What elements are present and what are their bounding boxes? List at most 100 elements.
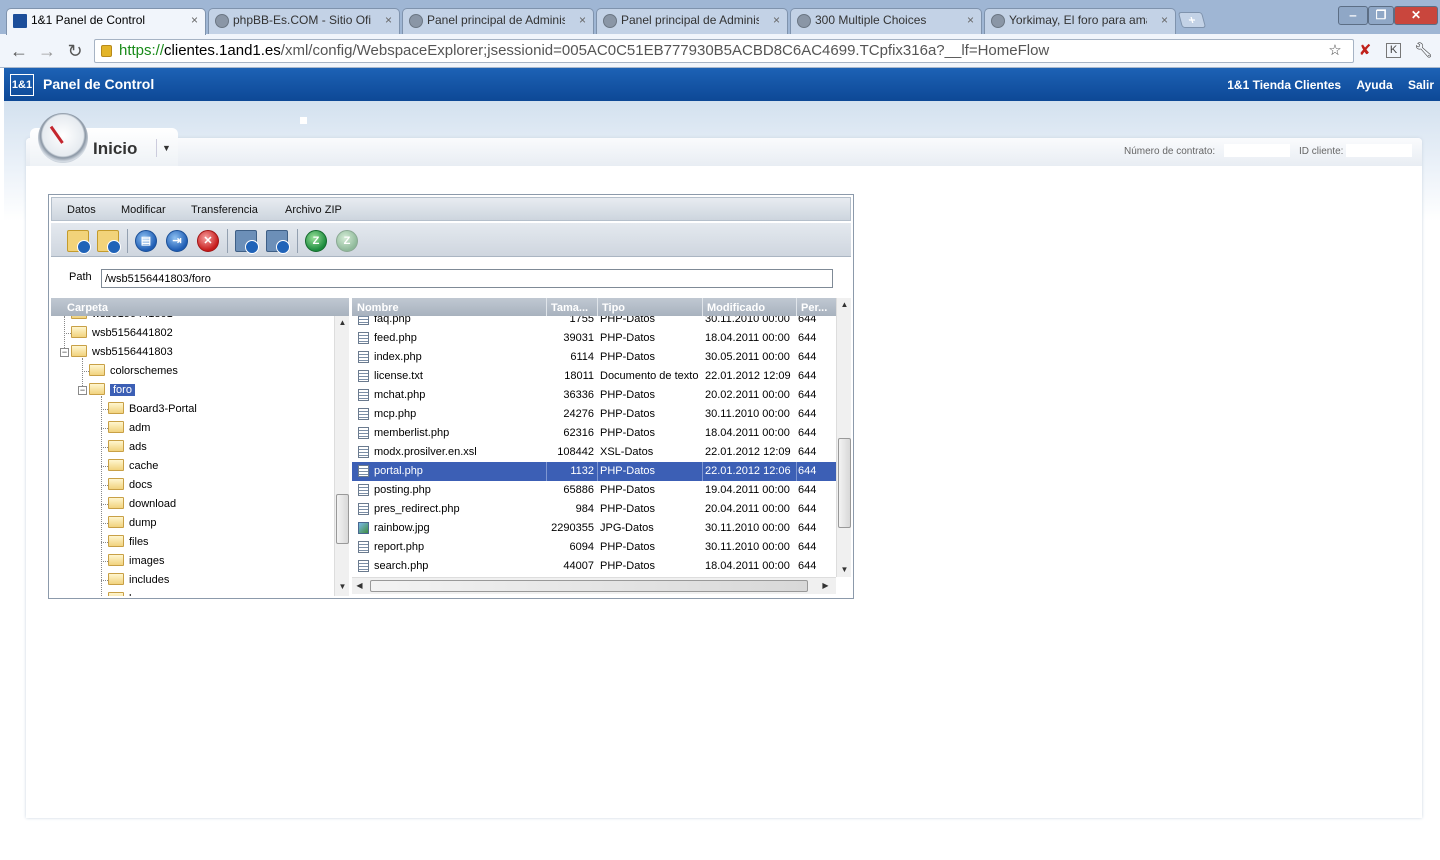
minimize-window-button[interactable]: ‒	[1338, 6, 1368, 25]
tree-node[interactable]: adm	[108, 419, 150, 437]
download-icon[interactable]	[266, 230, 290, 254]
menu-datos[interactable]: Datos	[67, 204, 96, 216]
k-extension-icon[interactable]: K	[1386, 43, 1401, 58]
scroll-down-arrow-icon[interactable]: ▼	[335, 580, 350, 594]
wrench-icon[interactable]: 🔧︎	[1414, 42, 1433, 60]
tree-node[interactable]: images	[108, 552, 164, 570]
tree-node[interactable]: wsb5156441803	[71, 343, 173, 361]
new-tab-button[interactable]: +	[1177, 12, 1207, 28]
table-row[interactable]: faq.php 1755 PHP-Datos 30.11.2010 00:00 644	[352, 316, 836, 329]
close-tab-icon[interactable]: ×	[967, 13, 974, 27]
tab-panel-administ-1[interactable]: Panel principal de Administ ×	[402, 8, 594, 34]
column-header-tipo[interactable]: Tipo	[602, 302, 625, 314]
table-row[interactable]: mchat.php 36336 PHP-Datos 20.02.2011 00:00 6…	[352, 386, 836, 405]
copy-icon[interactable]: ▤	[135, 230, 157, 252]
scroll-down-arrow-icon[interactable]: ▼	[837, 563, 852, 577]
column-header-permisos[interactable]: Per...	[801, 302, 827, 314]
delete-icon[interactable]: ✕	[197, 230, 219, 252]
column-divider[interactable]	[796, 298, 797, 316]
tree-node[interactable]: Board3-Portal	[108, 400, 197, 418]
tree-node[interactable]: colorschemes	[89, 362, 178, 380]
close-window-button[interactable]: ✕	[1394, 6, 1438, 25]
table-row[interactable]: mcp.php 24276 PHP-Datos 30.11.2010 00:00 644	[352, 405, 836, 424]
scrollbar-thumb[interactable]	[838, 438, 851, 528]
link-ayuda[interactable]: Ayuda	[1356, 78, 1392, 92]
file-horizontal-scrollbar[interactable]: ◀ ▶	[352, 577, 836, 594]
tree-node-selected[interactable]: foro	[89, 381, 135, 399]
tree-node[interactable]: cache	[108, 457, 158, 475]
path-input[interactable]	[101, 269, 833, 288]
new-folder-icon[interactable]	[67, 230, 91, 254]
tree-node[interactable]: download	[108, 495, 176, 513]
file-vertical-scrollbar[interactable]: ▲ ▼	[836, 298, 851, 577]
column-divider[interactable]	[546, 298, 547, 316]
forward-arrow-icon[interactable]: →	[36, 40, 58, 62]
table-row[interactable]: memberlist.php 62316 PHP-Datos 18.04.2011 0…	[352, 424, 836, 443]
collapse-toggle[interactable]: −	[60, 348, 69, 357]
close-tab-icon[interactable]: ×	[191, 13, 198, 27]
restore-window-button[interactable]: ❐	[1368, 6, 1394, 25]
close-tab-icon[interactable]: ×	[1161, 13, 1168, 27]
scroll-left-arrow-icon[interactable]: ◀	[352, 579, 367, 593]
collapse-toggle[interactable]: −	[78, 386, 87, 395]
menu-modificar[interactable]: Modificar	[121, 204, 166, 216]
flash-block-icon[interactable]: ✘	[1356, 42, 1374, 60]
tab-yorkimay[interactable]: Yorkimay, El foro para amar ×	[984, 8, 1176, 34]
table-row[interactable]: feed.php 39031 PHP-Datos 18.04.2011 00:00 64…	[352, 329, 836, 348]
scrollbar-thumb[interactable]	[370, 580, 808, 592]
scroll-up-arrow-icon[interactable]: ▲	[837, 298, 852, 312]
tree-node[interactable]: language	[108, 590, 174, 596]
table-row[interactable]: rainbow.jpg 2290355 JPG-Datos 30.11.2010 00…	[352, 519, 836, 538]
column-header-nombre[interactable]: Nombre	[357, 302, 399, 314]
column-header-modificado[interactable]: Modificado	[707, 302, 765, 314]
extract-zip-icon[interactable]: Z	[305, 230, 327, 252]
tab-300-multiple-choices[interactable]: 300 Multiple Choices ×	[790, 8, 982, 34]
tree-node[interactable]: wsb5156441802	[71, 324, 173, 342]
folder-up-icon[interactable]	[97, 230, 121, 254]
column-divider	[597, 462, 598, 481]
table-row[interactable]: pres_redirect.php 984 PHP-Datos 20.04.2011 …	[352, 500, 836, 519]
table-row[interactable]: modx.prosilver.en.xsl 108442 XSL-Datos 22.0…	[352, 443, 836, 462]
compress-zip-icon[interactable]: Z	[336, 230, 358, 252]
table-row[interactable]: license.txt 18011 Documento de texto 22.01.…	[352, 367, 836, 386]
table-row[interactable]: posting.php 65886 PHP-Datos 19.04.2011 00:0…	[352, 481, 836, 500]
back-arrow-icon[interactable]: ←	[8, 40, 30, 62]
reload-icon[interactable]: ↻	[64, 40, 86, 62]
tree-node[interactable]: includes	[108, 571, 169, 589]
tree-node[interactable]: files	[108, 533, 149, 551]
table-row[interactable]: search.php 44007 PHP-Datos 18.04.2011 00:00…	[352, 557, 836, 576]
tree-vertical-scrollbar[interactable]: ▲ ▼	[334, 316, 349, 596]
table-row[interactable]: index.php 6114 PHP-Datos 30.05.2011 00:00 64…	[352, 348, 836, 367]
tab-1and1-panel[interactable]: 1&1 Panel de Control ×	[6, 8, 206, 35]
tree-node[interactable]: ads	[108, 438, 147, 456]
scroll-right-arrow-icon[interactable]: ▶	[818, 579, 833, 593]
tab-phpbb-es[interactable]: phpBB-Es.COM - Sitio Ofici ×	[208, 8, 400, 34]
tab-panel-administ-2[interactable]: Panel principal de Administ ×	[596, 8, 788, 34]
file-modified: 30.11.2010 00:00	[705, 408, 790, 420]
table-row[interactable]: report.php 6094 PHP-Datos 30.11.2010 00:00 6…	[352, 538, 836, 557]
upload-icon[interactable]	[235, 230, 259, 254]
tree-node[interactable]: docs	[108, 476, 152, 494]
tree-node[interactable]: dump	[108, 514, 157, 532]
1and1-logo[interactable]: 1&1	[10, 74, 34, 96]
move-icon[interactable]: ⇥	[166, 230, 188, 252]
close-tab-icon[interactable]: ×	[773, 13, 780, 27]
column-header-tamano[interactable]: Tama...	[551, 302, 588, 314]
tree-node[interactable]: wsb5156441801	[71, 316, 173, 323]
scrollbar-thumb[interactable]	[336, 494, 349, 544]
menu-archivo-zip[interactable]: Archivo ZIP	[285, 204, 342, 216]
toolbar-separator	[297, 229, 298, 253]
scroll-up-arrow-icon[interactable]: ▲	[335, 316, 350, 330]
page-title[interactable]: Inicio	[93, 139, 137, 159]
chevron-down-icon[interactable]: ▼	[156, 139, 176, 157]
close-tab-icon[interactable]: ×	[579, 13, 586, 27]
close-tab-icon[interactable]: ×	[385, 13, 392, 27]
star-icon[interactable]: ☆	[1326, 42, 1344, 60]
column-divider[interactable]	[702, 298, 703, 316]
menu-transferencia[interactable]: Transferencia	[191, 204, 258, 216]
column-divider[interactable]	[597, 298, 598, 316]
link-salir[interactable]: Salir	[1408, 78, 1434, 92]
link-tienda-clientes[interactable]: 1&1 Tienda Clientes	[1227, 78, 1341, 92]
address-bar[interactable]: https://clientes.1and1.es/xml/config/Web…	[94, 39, 1354, 63]
table-row-selected[interactable]: portal.php 1132 PHP-Datos 22.01.2012 12:06 6…	[352, 462, 836, 481]
